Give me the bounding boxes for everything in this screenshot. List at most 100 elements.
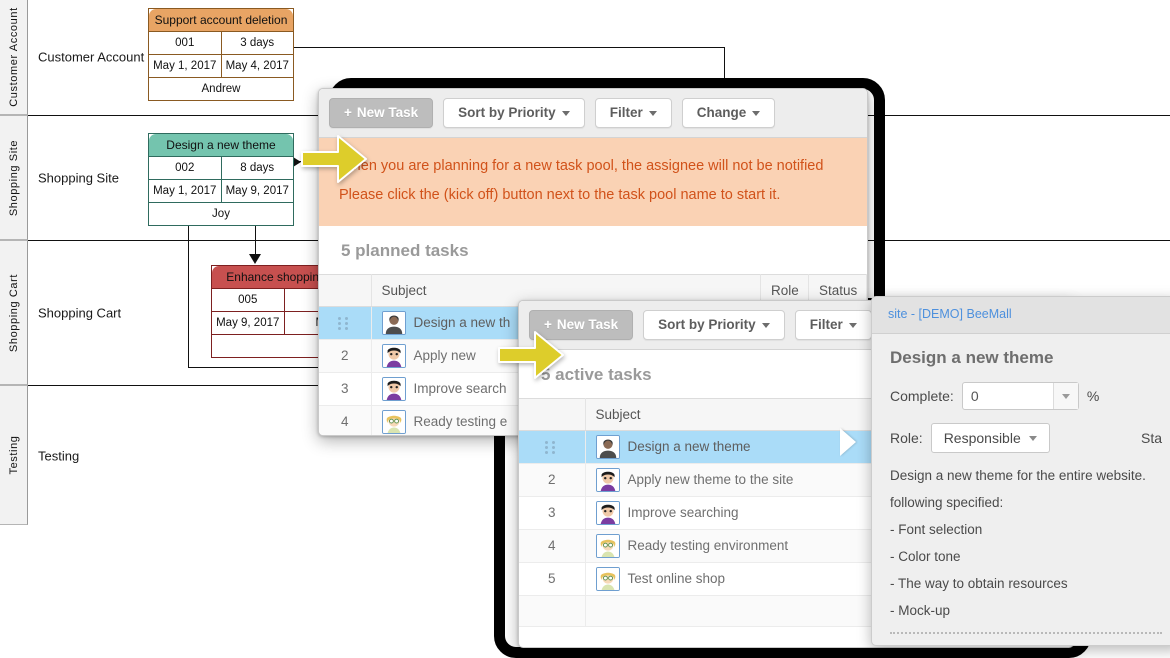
gantt-card-duration: 8 days xyxy=(240,162,275,174)
avatar xyxy=(381,310,406,335)
avatar xyxy=(381,376,406,401)
description-line: - The way to obtain resources xyxy=(890,575,1068,591)
chevron-down-icon xyxy=(648,110,657,116)
plus-icon: + xyxy=(344,105,352,120)
lane-rail-shopping-site: Shopping Site xyxy=(0,115,28,240)
planning-notice-banner: When you are planning for a new task poo… xyxy=(319,137,867,226)
yellow-arrow-1-icon xyxy=(301,135,367,183)
notice-line-1: When you are planning for a new task poo… xyxy=(339,157,824,174)
connector-line xyxy=(188,218,189,368)
gantt-card-support-account-deletion[interactable]: Support account deletion 001 3 days May … xyxy=(148,8,294,101)
lane-rail-shopping-cart: Shopping Cart xyxy=(0,240,28,385)
gantt-card-duration: 3 days xyxy=(240,37,275,49)
row-number: 5 xyxy=(519,562,586,596)
yellow-arrow-2-icon xyxy=(498,331,564,379)
gantt-card-id: 001 xyxy=(149,32,222,54)
gantt-card-design-a-new-theme[interactable]: Design a new theme 002 8 days May 1, 201… xyxy=(148,133,294,226)
description-line: - Font selection xyxy=(890,521,983,537)
chevron-down-icon xyxy=(848,322,857,328)
description-line: - Mock-up xyxy=(890,602,951,618)
row-number: 4 xyxy=(519,529,586,563)
page-title: Design a new theme xyxy=(890,348,1054,367)
gantt-card-start: May 1, 2017 xyxy=(149,180,222,202)
row-subject-text: Test online shop xyxy=(627,571,726,586)
gantt-card-start: May 1, 2017 xyxy=(149,55,222,77)
row-number: 2 xyxy=(519,463,586,497)
chevron-down-icon xyxy=(761,322,770,328)
detail-body: Design a new theme Complete: 0 % Role: R… xyxy=(872,334,1170,646)
history-entry: Submitted by Derek. xyxy=(890,642,1162,646)
gantt-card-start: May 9, 2017 xyxy=(212,312,285,334)
column-header-num[interactable] xyxy=(519,397,586,431)
row-subject-text: Apply new theme to the site xyxy=(627,472,794,487)
chevron-down-icon xyxy=(1028,435,1037,441)
new-task-button[interactable]: + New Task xyxy=(329,98,434,128)
avatar xyxy=(595,500,620,525)
avatar xyxy=(381,343,406,368)
detail-breadcrumb-bar: site - [DEMO] BeeMall xyxy=(872,297,1170,334)
role-select[interactable]: Responsible xyxy=(930,423,1050,453)
change-button[interactable]: Change xyxy=(681,98,776,128)
lane-rail-customer-account: Customer Account xyxy=(0,0,28,115)
role-value: Responsible xyxy=(943,430,1021,446)
avatar xyxy=(595,533,620,558)
drag-handle-icon[interactable] xyxy=(544,439,560,455)
chevron-down-icon[interactable] xyxy=(1052,383,1078,409)
status-label: Sta xyxy=(1140,430,1162,446)
task-detail-panel: site - [DEMO] BeeMall Design a new theme… xyxy=(871,296,1170,646)
filter-button[interactable]: Filter xyxy=(594,98,672,128)
gantt-card-id: 005 xyxy=(212,289,285,311)
avatar xyxy=(595,467,620,492)
filter-button[interactable]: Filter xyxy=(794,310,872,340)
row-subject-text: Design a new theme xyxy=(627,439,751,454)
description-line: following specified: xyxy=(890,494,1004,510)
planned-list-title: 5 planned tasks xyxy=(319,225,867,274)
row-number: 3 xyxy=(519,496,586,530)
row-subject-text: Ready testing environment xyxy=(627,538,789,553)
sort-by-priority-button[interactable]: Sort by Priority xyxy=(643,310,785,340)
row-subject-text: Improve search xyxy=(413,381,507,396)
row-number: 3 xyxy=(319,372,372,406)
row-handle[interactable] xyxy=(319,306,372,340)
lane-rail-label: Customer Account xyxy=(7,7,20,107)
planned-toolbar: + New Task Sort by Priority Filter Change xyxy=(319,89,867,138)
role-field-row: Role: Responsible Sta xyxy=(890,423,1162,453)
avatar xyxy=(381,409,406,434)
complete-value[interactable]: 0 xyxy=(963,383,1053,409)
gantt-card-owner: Andrew xyxy=(201,83,241,95)
gantt-card-end: May 9, 2017 xyxy=(225,185,289,197)
breadcrumb[interactable]: site - [DEMO] BeeMall xyxy=(888,307,1012,321)
lane-rail-testing: Testing xyxy=(0,385,28,525)
chevron-down-icon xyxy=(752,110,761,116)
gantt-card-title: Support account deletion xyxy=(149,9,293,32)
callout-pointer-icon xyxy=(840,428,856,456)
lane-title: Shopping Site xyxy=(38,170,119,186)
row-subject-text: Design a new th xyxy=(413,315,511,330)
column-header-num[interactable] xyxy=(319,273,372,307)
row-number: 2 xyxy=(319,339,372,373)
divider xyxy=(890,631,1162,634)
row-number: 4 xyxy=(319,405,372,435)
sort-by-priority-button[interactable]: Sort by Priority xyxy=(443,98,585,128)
gantt-card-end: May 4, 2017 xyxy=(225,60,289,72)
row-handle[interactable] xyxy=(519,430,586,464)
complete-label: Complete: xyxy=(890,388,954,404)
row-subject-text: Apply new xyxy=(413,348,476,363)
row-subject-text: Ready testing e xyxy=(413,414,508,429)
gantt-card-owner: Joy xyxy=(212,208,230,220)
lane-title: Customer Account xyxy=(38,49,145,65)
gantt-card-id: 002 xyxy=(149,157,222,179)
drag-handle-icon[interactable] xyxy=(337,315,353,331)
notice-line-2: Please click the (kick off) button next … xyxy=(339,186,781,203)
row-subject-text: Improve searching xyxy=(627,505,739,520)
complete-stepper[interactable]: 0 xyxy=(961,382,1079,410)
lane-rail-label: Shopping Site xyxy=(7,139,20,216)
connector-line xyxy=(293,47,725,48)
complete-field-row: Complete: 0 % xyxy=(890,382,1162,410)
avatar xyxy=(595,434,620,459)
lane-rail-label: Testing xyxy=(7,435,20,475)
description-line: - Color tone xyxy=(890,548,961,564)
lane-title: Shopping Cart xyxy=(38,305,122,321)
role-label: Role: xyxy=(890,430,923,446)
percent-sign: % xyxy=(1086,388,1100,404)
